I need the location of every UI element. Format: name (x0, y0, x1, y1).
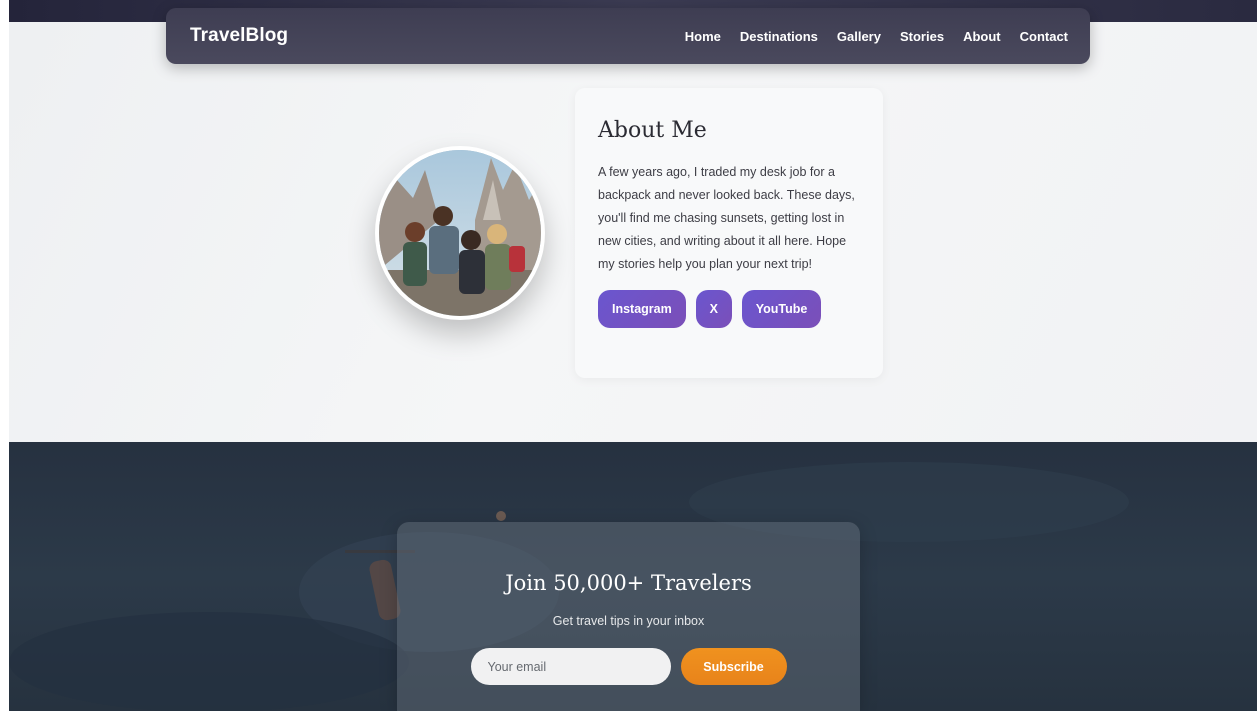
avatar (375, 146, 545, 320)
nav-link-home[interactable]: Home (685, 29, 721, 44)
newsletter-subtitle: Get travel tips in your inbox (552, 614, 705, 628)
newsletter-form: Subscribe (397, 648, 860, 685)
nav-link-stories[interactable]: Stories (900, 29, 944, 44)
x-button[interactable]: X (695, 290, 732, 328)
nav-link-gallery[interactable]: Gallery (837, 29, 881, 44)
about-title: About Me (598, 118, 707, 143)
newsletter-panel: Join 50,000+ Travelers Get travel tips i… (397, 522, 860, 711)
newsletter-title: Join 50,000+ Travelers (505, 571, 752, 595)
group-photo (379, 150, 541, 316)
navbar: TravelBlog Home Destinations Gallery Sto… (166, 8, 1090, 64)
youtube-button[interactable]: YouTube (741, 290, 822, 328)
social-buttons: Instagram X YouTube (598, 290, 861, 328)
nav-link-about[interactable]: About (963, 29, 1001, 44)
page: TravelBlog Home Destinations Gallery Sto… (9, 0, 1257, 711)
about-text: A few years ago, I traded my desk job fo… (598, 165, 855, 271)
nav-link-contact[interactable]: Contact (1020, 29, 1068, 44)
about-card: About Me A few years ago, I traded my de… (575, 88, 883, 378)
instagram-button[interactable]: Instagram (598, 290, 686, 328)
email-input[interactable] (470, 648, 671, 685)
brand-logo[interactable]: TravelBlog (190, 25, 288, 47)
nav-links: Home Destinations Gallery Stories About … (685, 29, 1068, 44)
nav-link-destinations[interactable]: Destinations (740, 29, 818, 44)
subscribe-button[interactable]: Subscribe (680, 648, 787, 685)
